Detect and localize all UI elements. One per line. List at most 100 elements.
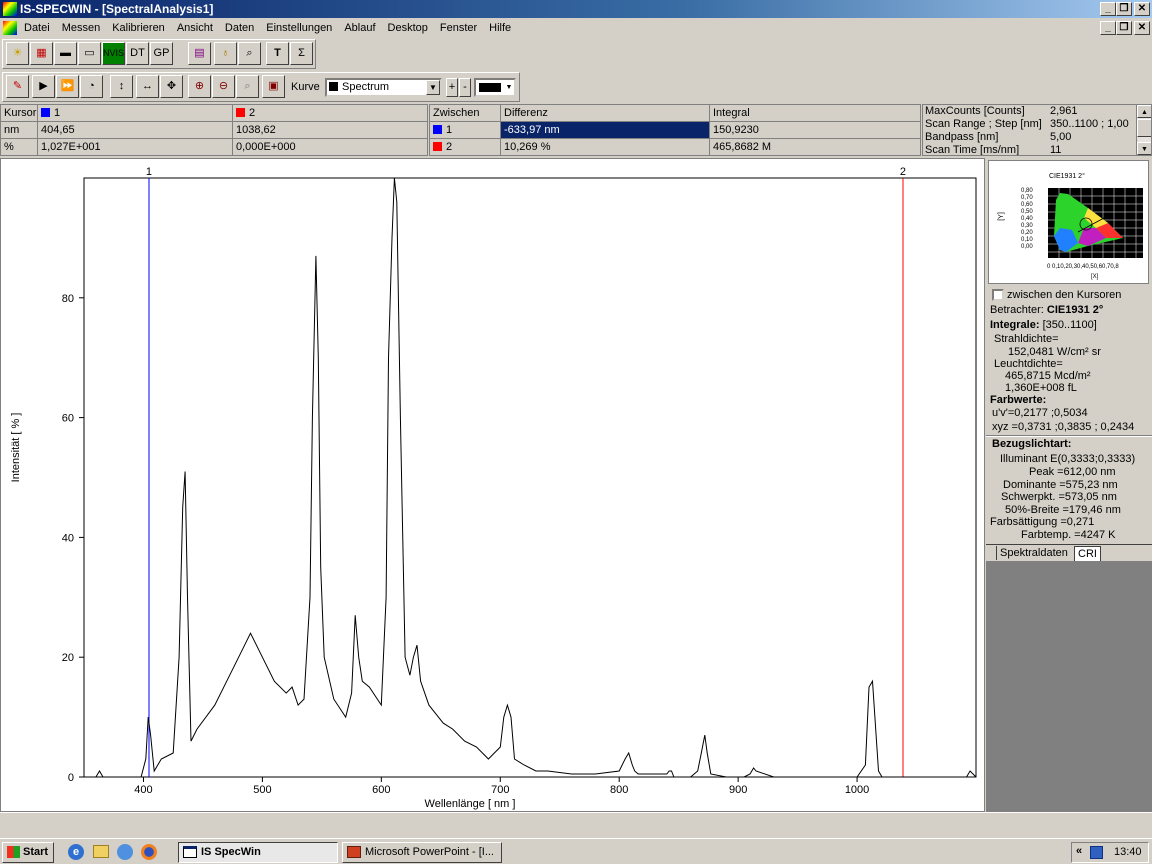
remove-curve-button[interactable]: - [459,78,471,97]
firefox-icon[interactable] [141,844,157,860]
peak-value: Peak =612,00 nm [1029,466,1116,478]
fast-forward-icon[interactable]: ⏩ [56,75,79,98]
cursor2-swatch [236,108,245,117]
doc-icon [3,21,17,35]
zoom-icon[interactable]: ⌕ [236,75,259,98]
x-tick-label: 400 [134,784,152,796]
browser-icon[interactable] [117,844,133,860]
play-icon[interactable]: ▶ [32,75,55,98]
lamp-icon[interactable]: ☀ [6,42,29,65]
restore-button[interactable]: ❐ [1116,2,1132,16]
doc-minimize-button[interactable]: _ [1100,21,1116,35]
y-tick-label: 20 [62,652,74,664]
scroll-thumb[interactable] [1137,119,1151,137]
clock[interactable]: 13:40 [1114,846,1142,858]
tab-cri[interactable]: CRI [1074,546,1101,562]
cie-ytick: 0,40 [1021,216,1033,222]
ie-icon[interactable]: e [68,844,84,860]
diff-row-2-differenz: 10,269 % [501,139,710,156]
timer-icon[interactable]: ◔ [80,75,103,98]
cie-ylabel: [Y] [997,212,1005,221]
cursor-header-1[interactable]: 1 [38,105,233,122]
menu-daten[interactable]: Daten [219,22,260,34]
difference-table: Zwischen Differenz Integral 1 -633,97 nm… [429,104,921,156]
menu-fenster[interactable]: Fenster [434,22,483,34]
color-panel: CIE1931 2° [Y] 0,80 0,70 0,60 0,50 0,40 0,30 0… [986,158,1152,812]
inspect-icon[interactable]: ⌕ [238,42,261,65]
doc-restore-button[interactable]: ❐ [1116,21,1132,35]
cie-title: CIE1931 2° [1049,173,1085,180]
betrachter-value: CIE1931 2° [1046,304,1104,316]
chevron-down-icon[interactable]: ▼ [426,80,440,95]
export-icon[interactable]: ▣ [262,75,285,98]
cursor-header-2[interactable]: 2 [233,105,428,122]
diff-row-1-differenz[interactable]: -633,97 nm [501,122,710,139]
white-ref-icon[interactable]: ▭ [78,42,101,65]
info-label: MaxCounts [Counts] [925,105,1025,117]
gp-button[interactable]: GP [150,42,173,65]
info-scrollbar[interactable]: ▲ ▼ [1136,105,1151,155]
color-chevron-down-icon[interactable]: ▼ [504,80,514,95]
network-icon[interactable] [1090,846,1103,859]
doc-close-button[interactable]: ✕ [1134,21,1150,35]
menu-desktop[interactable]: Desktop [382,22,434,34]
dark-ref-icon[interactable]: ▬ [54,42,77,65]
graph-icon[interactable]: ▦ [30,42,53,65]
close-button[interactable]: ✕ [1134,2,1150,16]
diff-row-2-label[interactable]: 2 [430,139,501,156]
status-bar [0,812,1152,836]
cursor-header-1-label: 1 [54,107,61,119]
scroll-down-icon[interactable]: ▼ [1137,142,1151,155]
nvis-button[interactable]: NVIS [102,42,125,65]
task-is-specwin-label: IS SpecWin [201,846,261,858]
start-button[interactable]: Start [2,842,54,863]
task-powerpoint[interactable]: Microsoft PowerPoint - [I... [342,842,502,863]
task-powerpoint-label: Microsoft PowerPoint - [I... [365,846,494,858]
bulb-icon[interactable]: ♁ [214,42,237,65]
sum-icon[interactable]: Σ [290,42,313,65]
zoom-in-icon[interactable]: ⊕ [188,75,211,98]
menu-einstellungen[interactable]: Einstellungen [260,22,338,34]
info-row-scantime: Scan Time [ms/nm] [925,144,1020,156]
horizontal-move-icon[interactable]: ↔ [136,75,159,98]
menu-kalibrieren[interactable]: Kalibrieren [106,22,171,34]
vertical-move-icon[interactable]: ↕ [110,75,133,98]
scroll-up-icon[interactable]: ▲ [1137,105,1151,118]
chevron-left-icon[interactable]: « [1076,845,1082,857]
y-axis-label: Intensität [ % ] [10,413,22,483]
menu-bar: Datei Messen Kalibrieren Ansicht Daten Einste… [0,18,1152,38]
measure-icon[interactable]: ✎ [6,75,29,98]
menu-ansicht[interactable]: Ansicht [171,22,219,34]
menu-messen[interactable]: Messen [56,22,107,34]
row-label-percent: % [1,139,38,156]
tab-spektraldaten[interactable]: Spektraldaten [996,546,1071,560]
row-label-nm: nm [1,122,38,139]
dt-button[interactable]: DT [126,42,149,65]
x-tick-label: 1000 [845,784,869,796]
y-tick-label: 0 [68,772,74,784]
zoom-out-icon[interactable]: ⊖ [212,75,235,98]
illuminant-value: Illuminant E(0,3333;0,3333) [1000,453,1136,465]
chart-icon[interactable]: ▤ [188,42,211,65]
panel-divider [986,435,1152,437]
menu-datei[interactable]: Datei [18,22,56,34]
integrale-label: Integrale: [990,319,1040,331]
kurve-label: Kurve [291,81,320,93]
text-icon[interactable]: T [266,42,289,65]
cie-ytick: 0,10 [1021,237,1033,243]
diff-row-2-integral: 465,8682 M [710,139,921,156]
kurve-select[interactable]: Spectrum ▼ [325,78,442,97]
task-is-specwin[interactable]: IS SpecWin [178,842,338,863]
menu-hilfe[interactable]: Hilfe [483,22,517,34]
folder-icon[interactable] [93,845,109,858]
between-cursors-label: zwischen den Kursoren [1007,289,1122,301]
add-curve-button[interactable]: + [446,78,458,97]
between-cursors-checkbox[interactable] [992,289,1004,301]
menu-ablauf[interactable]: Ablauf [338,22,381,34]
spectrum-chart[interactable]: 0 20 40 60 80 400 500 600 700 800 900 1000 Wellenlän… [0,158,985,812]
diff-row-1-num: 1 [446,124,453,136]
minimize-button[interactable]: _ [1100,2,1116,16]
diff-row-1-label[interactable]: 1 [430,122,501,139]
move-all-icon[interactable]: ✥ [160,75,183,98]
color-picker[interactable]: ▼ [474,78,516,97]
